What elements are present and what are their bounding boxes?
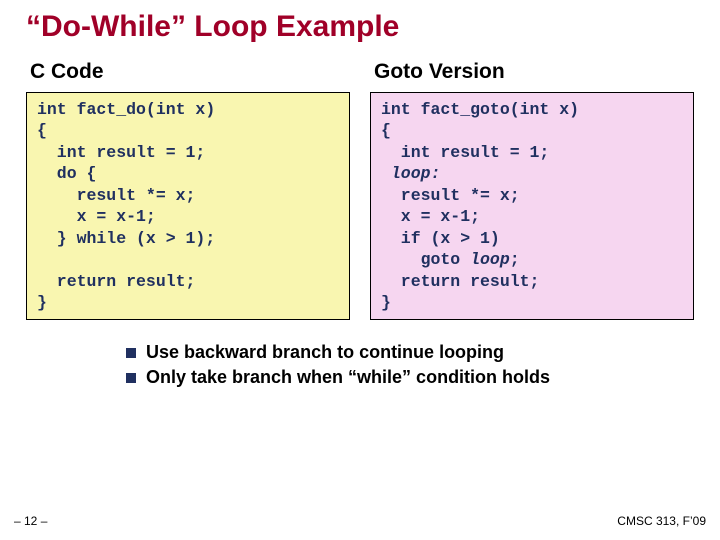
right-column: Goto Version int fact_goto(int x) { int …	[370, 60, 694, 320]
loop-label: loop:	[391, 164, 441, 183]
page-number: – 12 –	[14, 514, 47, 528]
list-item: Only take branch when “while” condition …	[126, 367, 694, 388]
bullet-text: Use backward branch to continue looping	[146, 342, 504, 363]
right-heading: Goto Version	[374, 60, 694, 84]
c-code-block: int fact_do(int x) { int result = 1; do …	[26, 92, 350, 320]
bullet-icon	[126, 348, 136, 358]
list-item: Use backward branch to continue looping	[126, 342, 694, 363]
left-heading: C Code	[30, 60, 350, 84]
goto-code-block: int fact_goto(int x) { int result = 1; l…	[370, 92, 694, 320]
bullet-icon	[126, 373, 136, 383]
slide-title: “Do-While” Loop Example	[26, 10, 694, 44]
loop-keyword: loop	[470, 250, 510, 269]
left-column: C Code int fact_do(int x) { int result =…	[26, 60, 350, 320]
bullet-text: Only take branch when “while” condition …	[146, 367, 550, 388]
columns: C Code int fact_do(int x) { int result =…	[26, 60, 694, 320]
slide: “Do-While” Loop Example C Code int fact_…	[0, 0, 720, 388]
bullet-list: Use backward branch to continue looping …	[126, 342, 694, 388]
course-label: CMSC 313, F’09	[617, 514, 706, 528]
